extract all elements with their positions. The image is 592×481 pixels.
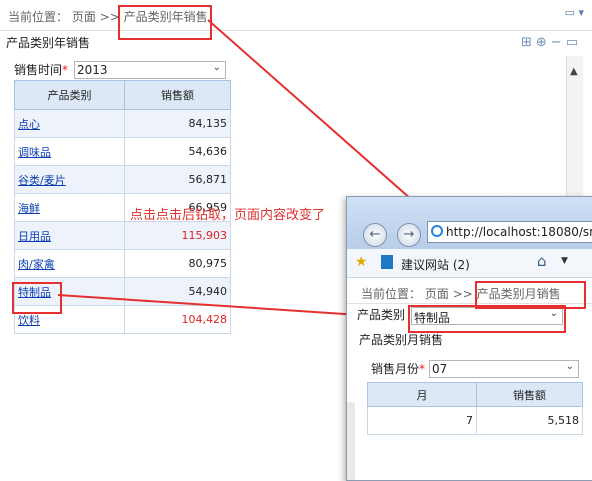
filter-label: 销售月份 bbox=[371, 362, 420, 376]
bing-icon bbox=[381, 255, 393, 269]
address-url[interactable]: http://localhost:18080/sm bbox=[446, 225, 592, 239]
chevron-down-icon: ⌄ bbox=[565, 361, 574, 372]
forward-icon[interactable]: → bbox=[397, 223, 421, 247]
column-header-amount[interactable]: 销售额 bbox=[476, 382, 583, 407]
suggested-sites-link[interactable]: 建议网站 (2) bbox=[401, 256, 470, 273]
breadcrumb-prefix: 当前位置： bbox=[361, 287, 422, 301]
table-header-row: 月 销售额 bbox=[367, 382, 583, 407]
browser-window: ← → http://localhost:18080/sm ★ 建议网站 (2)… bbox=[346, 196, 592, 481]
category-select-label: 产品类别 bbox=[357, 308, 406, 322]
table-row: 7 5,518 bbox=[367, 406, 583, 435]
sales-month-select[interactable]: 07 ⌄ bbox=[429, 360, 579, 378]
chevron-down-icon[interactable]: ▼ bbox=[561, 256, 568, 266]
popup-panel-title: 产品类别月销售 bbox=[359, 333, 444, 347]
favorites-bar: ★ 建议网站 (2) ⌂ ▼ bbox=[347, 249, 592, 278]
ie-logo-icon bbox=[431, 225, 443, 237]
favorites-star-icon[interactable]: ★ bbox=[355, 254, 368, 270]
breadcrumb-page[interactable]: 页面 bbox=[425, 287, 449, 301]
address-bar[interactable]: http://localhost:18080/sm bbox=[427, 221, 592, 243]
month-sales-table: 月 销售额 7 5,518 bbox=[367, 382, 583, 435]
home-icon[interactable]: ⌂ bbox=[537, 252, 547, 270]
back-icon[interactable]: ← bbox=[363, 223, 387, 247]
browser-toolbar: ← → http://localhost:18080/sm bbox=[347, 197, 592, 249]
column-header-month[interactable]: 月 bbox=[367, 382, 477, 407]
amount-cell: 5,518 bbox=[476, 406, 583, 435]
breadcrumb-separator: >> bbox=[452, 287, 473, 301]
required-mark: * bbox=[419, 362, 426, 376]
highlight-box-select bbox=[408, 305, 566, 333]
sales-month-filter: 销售月份* bbox=[371, 360, 425, 377]
sales-month-value: 07 bbox=[432, 362, 448, 376]
month-cell: 7 bbox=[367, 406, 477, 435]
popup-scrollbar[interactable] bbox=[347, 402, 355, 480]
highlight-box-popup-breadcrumb bbox=[475, 281, 586, 309]
